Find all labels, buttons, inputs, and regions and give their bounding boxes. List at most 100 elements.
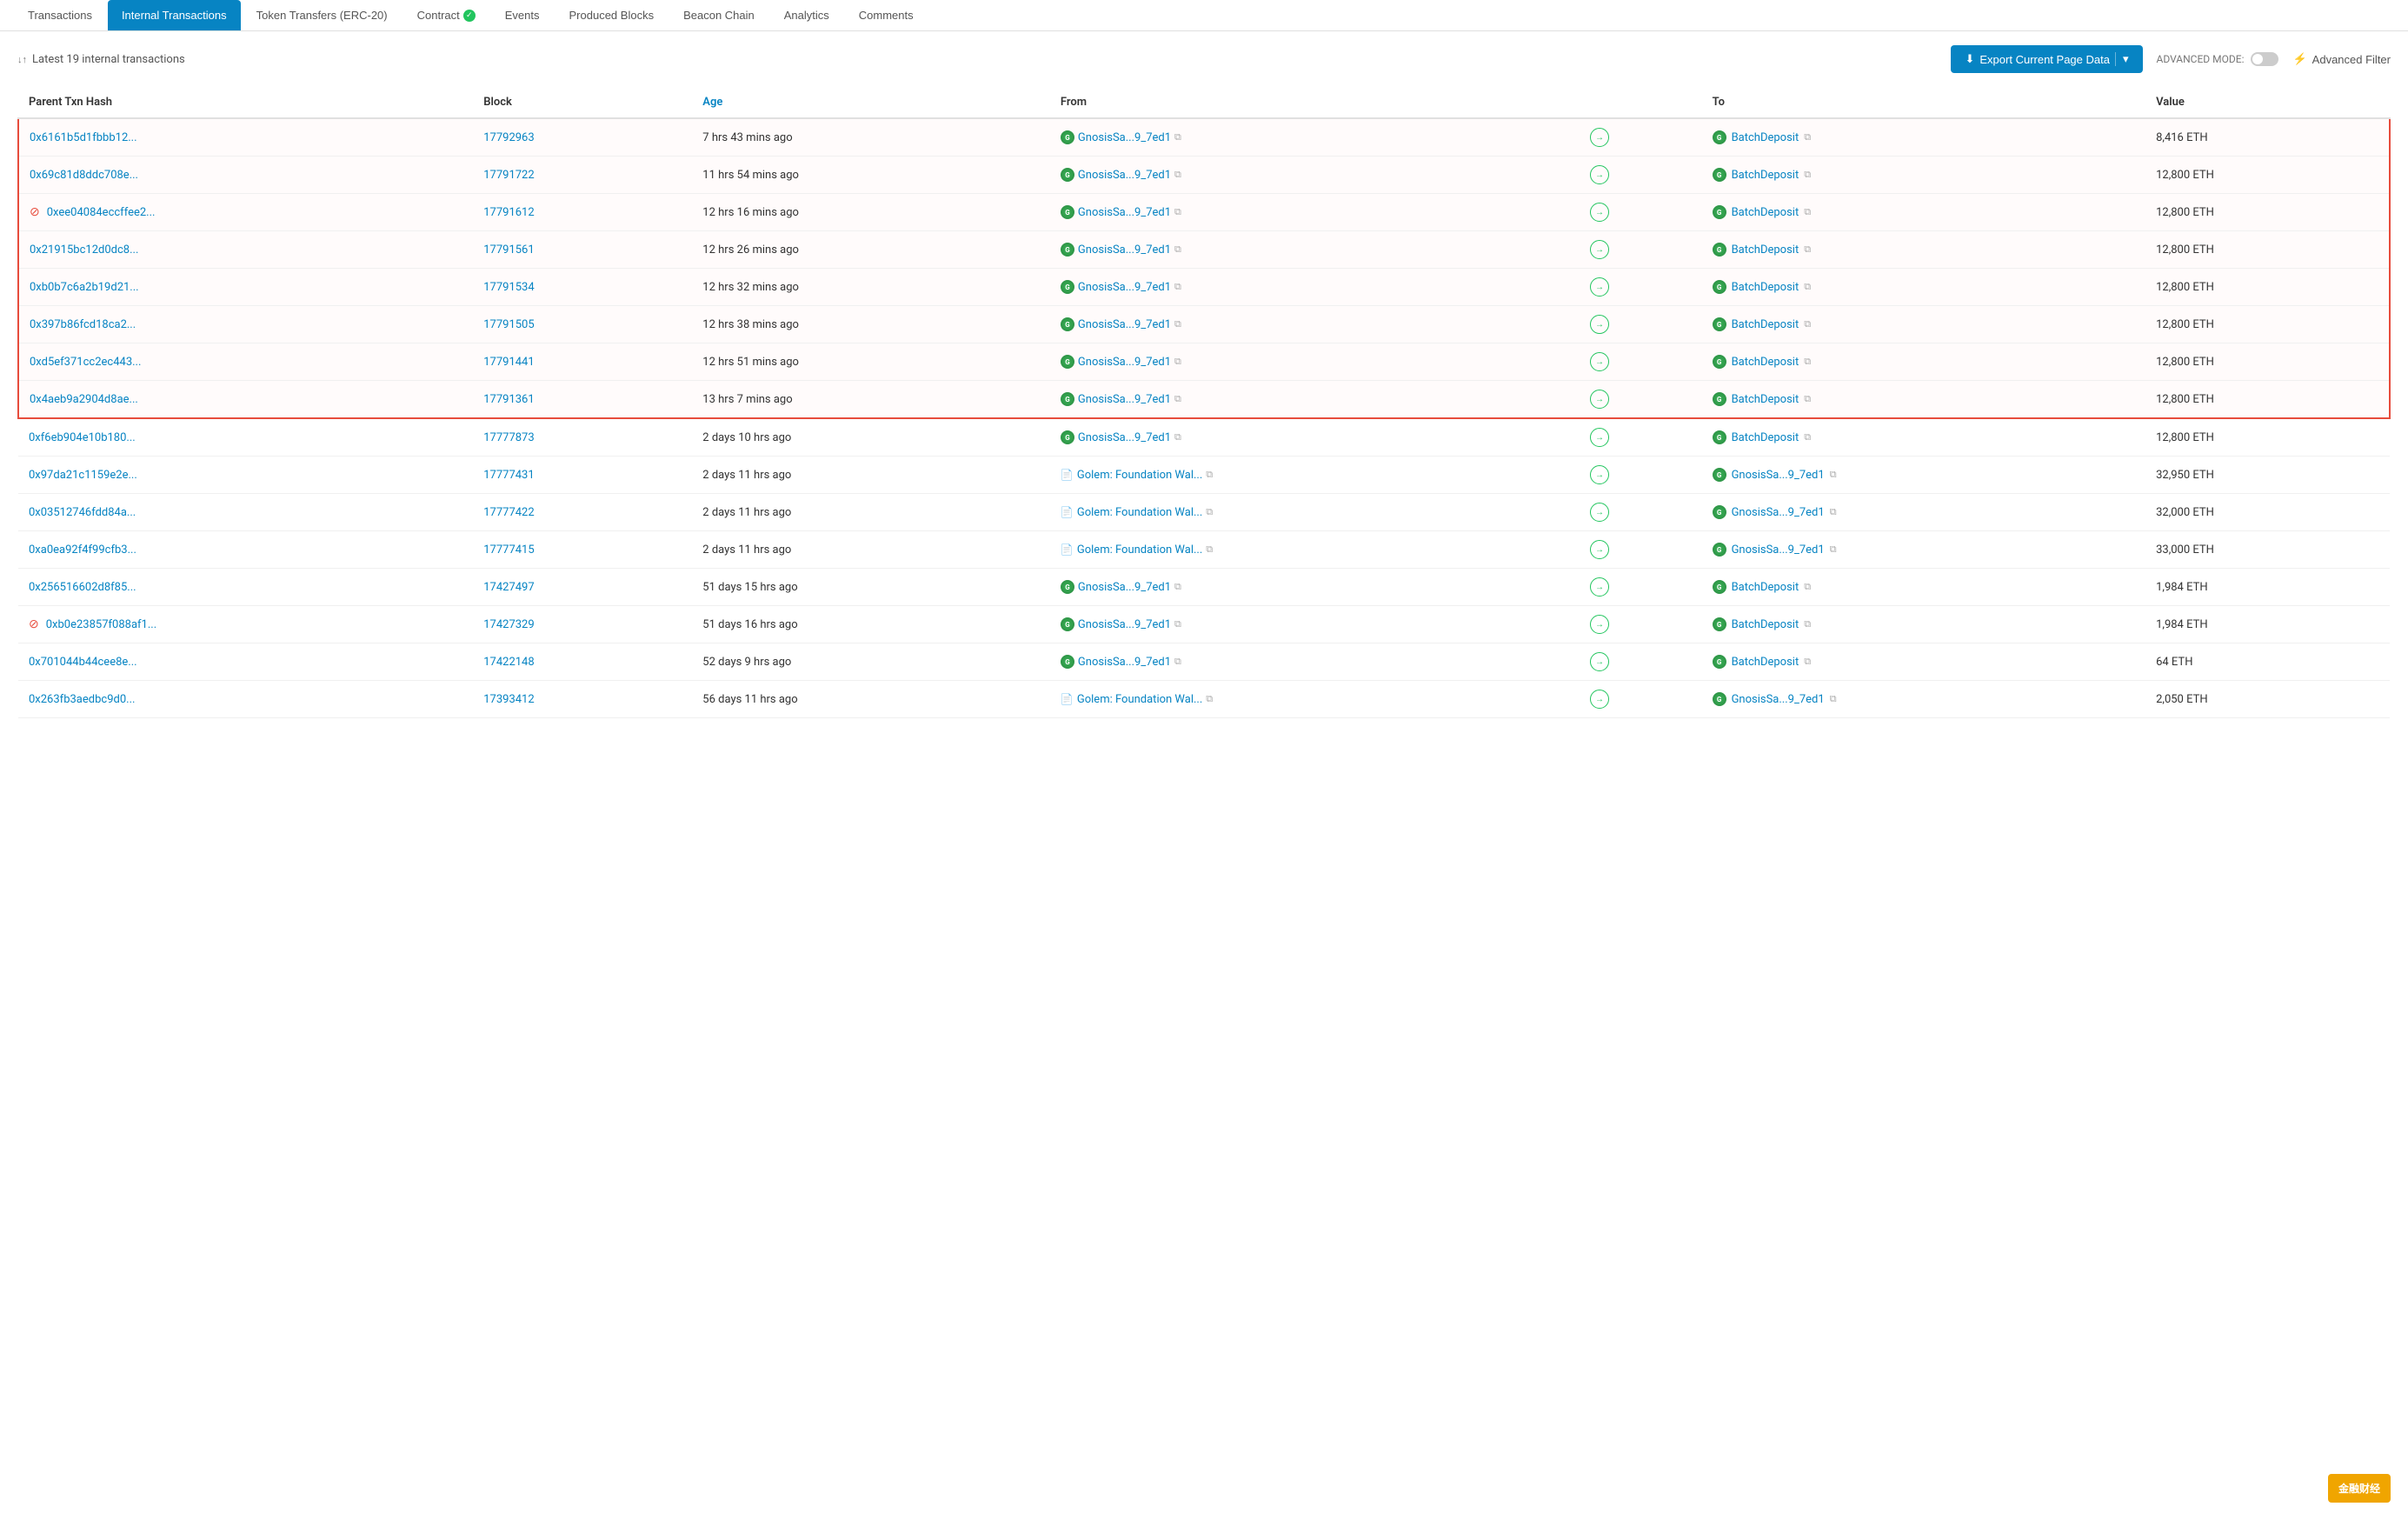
to-link[interactable]: BatchDeposit [1732, 131, 1799, 144]
block-link[interactable]: 17777415 [483, 543, 534, 557]
block-link[interactable]: 17791561 [483, 243, 534, 257]
to-link[interactable]: BatchDeposit [1732, 393, 1799, 406]
hash-link[interactable]: 0xb0e23857f088af1... [46, 618, 156, 631]
from-copy-icon[interactable]: ⧉ [1206, 469, 1213, 481]
hash-link[interactable]: 0x21915bc12d0dc8... [30, 243, 138, 257]
to-copy-icon[interactable]: ⧉ [1804, 169, 1811, 181]
to-copy-icon[interactable]: ⧉ [1804, 356, 1811, 368]
block-link[interactable]: 17777873 [483, 431, 534, 444]
from-link[interactable]: GnosisSa...9_7ed1 [1078, 581, 1171, 594]
block-link[interactable]: 17777431 [483, 469, 534, 482]
to-link[interactable]: BatchDeposit [1732, 169, 1799, 182]
from-link[interactable]: GnosisSa...9_7ed1 [1078, 281, 1171, 294]
block-link[interactable]: 17393412 [483, 693, 534, 706]
to-copy-icon[interactable]: ⧉ [1804, 281, 1811, 293]
from-copy-icon[interactable]: ⧉ [1174, 393, 1181, 405]
to-link[interactable]: GnosisSa...9_7ed1 [1732, 693, 1825, 706]
to-copy-icon[interactable]: ⧉ [1804, 618, 1811, 630]
to-copy-icon[interactable]: ⧉ [1804, 581, 1811, 593]
hash-link[interactable]: 0x97da21c1159e2e... [29, 469, 137, 482]
from-copy-icon[interactable]: ⧉ [1174, 356, 1181, 368]
hash-link[interactable]: 0xa0ea92f4f99cfb3... [29, 543, 136, 557]
to-copy-icon[interactable]: ⧉ [1830, 543, 1837, 556]
from-copy-icon[interactable]: ⧉ [1206, 506, 1213, 518]
to-copy-icon[interactable]: ⧉ [1804, 393, 1811, 405]
to-link[interactable]: GnosisSa...9_7ed1 [1732, 469, 1825, 482]
to-copy-icon[interactable]: ⧉ [1830, 506, 1837, 518]
tab-transactions[interactable]: Transactions [14, 0, 106, 30]
from-copy-icon[interactable]: ⧉ [1174, 318, 1181, 330]
from-copy-icon[interactable]: ⧉ [1206, 693, 1213, 705]
hash-link[interactable]: 0x701044b44cee8e... [29, 656, 137, 669]
block-link[interactable]: 17791441 [483, 356, 534, 369]
export-button[interactable]: ⬇ Export Current Page Data ▾ [1951, 45, 2142, 73]
block-link[interactable]: 17791361 [483, 393, 534, 406]
from-link[interactable]: GnosisSa...9_7ed1 [1078, 206, 1171, 219]
tab-contract[interactable]: Contract ✓ [403, 0, 489, 30]
to-copy-icon[interactable]: ⧉ [1804, 656, 1811, 668]
to-copy-icon[interactable]: ⧉ [1804, 431, 1811, 443]
hash-link[interactable]: 0x03512746fdd84a... [29, 506, 136, 519]
from-link[interactable]: Golem: Foundation Wal... [1077, 693, 1202, 706]
from-link[interactable]: GnosisSa...9_7ed1 [1078, 318, 1171, 331]
from-copy-icon[interactable]: ⧉ [1206, 543, 1213, 556]
from-copy-icon[interactable]: ⧉ [1174, 618, 1181, 630]
to-copy-icon[interactable]: ⧉ [1804, 206, 1811, 218]
to-link[interactable]: BatchDeposit [1732, 281, 1799, 294]
hash-link[interactable]: 0x263fb3aedbc9d0... [29, 693, 135, 706]
from-copy-icon[interactable]: ⧉ [1174, 206, 1181, 218]
from-link[interactable]: GnosisSa...9_7ed1 [1078, 431, 1171, 444]
hash-link[interactable]: 0x69c81d8ddc708e... [30, 169, 138, 182]
block-link[interactable]: 17427497 [483, 581, 534, 594]
advanced-filter-button[interactable]: ⚡ Advanced Filter [2292, 52, 2391, 66]
hash-link[interactable]: 0xee04084eccffee2... [47, 206, 156, 219]
from-link[interactable]: GnosisSa...9_7ed1 [1078, 356, 1171, 369]
from-link[interactable]: GnosisSa...9_7ed1 [1078, 243, 1171, 257]
tab-produced-blocks[interactable]: Produced Blocks [555, 0, 669, 30]
from-copy-icon[interactable]: ⧉ [1174, 131, 1181, 143]
from-link[interactable]: GnosisSa...9_7ed1 [1078, 131, 1171, 144]
hash-link[interactable]: 0xd5ef371cc2ec443... [30, 356, 141, 369]
from-copy-icon[interactable]: ⧉ [1174, 431, 1181, 443]
to-link[interactable]: BatchDeposit [1732, 618, 1799, 631]
hash-link[interactable]: 0x4aeb9a2904d8ae... [30, 393, 138, 406]
from-copy-icon[interactable]: ⧉ [1174, 581, 1181, 593]
tab-events[interactable]: Events [491, 0, 554, 30]
hash-link[interactable]: 0x397b86fcd18ca2... [30, 318, 136, 331]
to-copy-icon[interactable]: ⧉ [1804, 131, 1811, 143]
from-link[interactable]: GnosisSa...9_7ed1 [1078, 169, 1171, 182]
toggle-switch[interactable] [2251, 52, 2278, 66]
block-link[interactable]: 17791612 [483, 206, 534, 219]
from-link[interactable]: Golem: Foundation Wal... [1077, 469, 1202, 482]
tab-analytics[interactable]: Analytics [770, 0, 843, 30]
from-link[interactable]: GnosisSa...9_7ed1 [1078, 656, 1171, 669]
from-link[interactable]: Golem: Foundation Wal... [1077, 543, 1202, 557]
to-link[interactable]: BatchDeposit [1732, 243, 1799, 257]
block-link[interactable]: 17791722 [483, 169, 534, 182]
to-link[interactable]: GnosisSa...9_7ed1 [1732, 506, 1825, 519]
hash-link[interactable]: 0xf6eb904e10b180... [29, 431, 136, 444]
block-link[interactable]: 17777422 [483, 506, 534, 519]
to-link[interactable]: GnosisSa...9_7ed1 [1732, 543, 1825, 557]
from-link[interactable]: Golem: Foundation Wal... [1077, 506, 1202, 519]
from-copy-icon[interactable]: ⧉ [1174, 281, 1181, 293]
tab-comments[interactable]: Comments [845, 0, 928, 30]
hash-link[interactable]: 0x6161b5d1fbbb12... [30, 131, 137, 144]
from-copy-icon[interactable]: ⧉ [1174, 656, 1181, 668]
block-link[interactable]: 17791534 [483, 281, 534, 294]
block-link[interactable]: 17422148 [483, 656, 534, 669]
to-copy-icon[interactable]: ⧉ [1830, 469, 1837, 481]
to-link[interactable]: BatchDeposit [1732, 581, 1799, 594]
to-link[interactable]: BatchDeposit [1732, 431, 1799, 444]
to-link[interactable]: BatchDeposit [1732, 318, 1799, 331]
tab-internal-transactions[interactable]: Internal Transactions [108, 0, 241, 30]
from-link[interactable]: GnosisSa...9_7ed1 [1078, 393, 1171, 406]
hash-link[interactable]: 0xb0b7c6a2b19d21... [30, 281, 139, 294]
to-link[interactable]: BatchDeposit [1732, 206, 1799, 219]
tab-token-transfers[interactable]: Token Transfers (ERC-20) [243, 0, 402, 30]
block-link[interactable]: 17791505 [483, 318, 534, 331]
to-link[interactable]: BatchDeposit [1732, 656, 1799, 669]
hash-link[interactable]: 0x256516602d8f85... [29, 581, 136, 594]
to-copy-icon[interactable]: ⧉ [1804, 243, 1811, 256]
from-copy-icon[interactable]: ⧉ [1174, 169, 1181, 181]
